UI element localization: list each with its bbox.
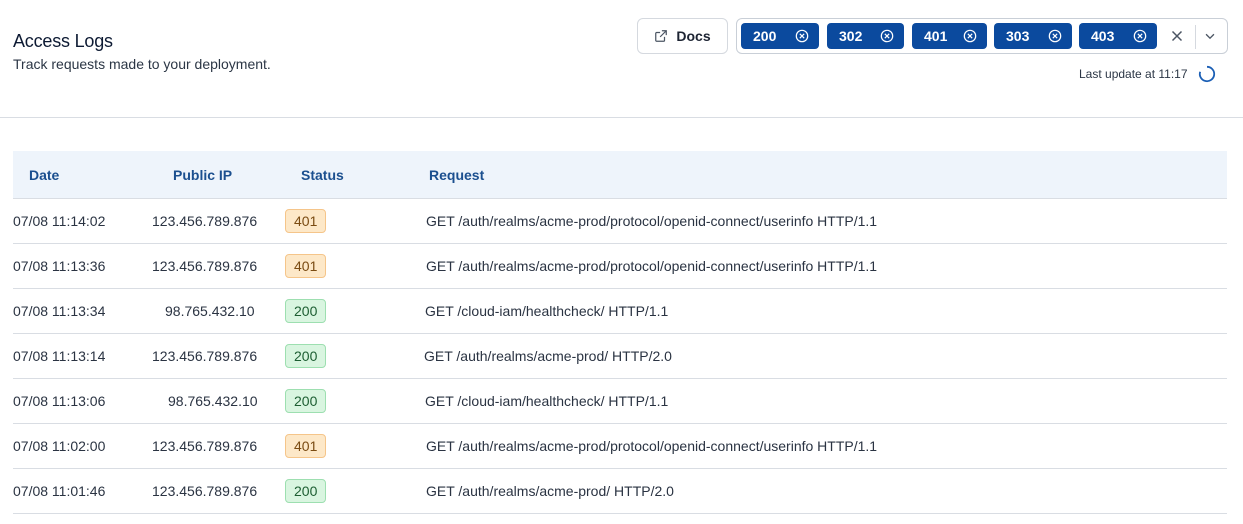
filter-chip-label: 302: [839, 28, 863, 44]
table-row[interactable]: 07/08 11:14:02 123.456.789.876 401 GET /…: [13, 199, 1227, 244]
page-subtitle: Track requests made to your deployment.: [13, 56, 271, 72]
access-logs-table: Date Public IP Status Request 07/08 11:1…: [13, 151, 1227, 514]
cell-date: 07/08 11:13:34: [13, 303, 106, 319]
status-badge: 200: [285, 344, 327, 368]
filter-chip[interactable]: 403: [1079, 23, 1157, 49]
filter-chip[interactable]: 200: [741, 23, 819, 49]
filter-chip-label: 200: [753, 28, 777, 44]
close-icon[interactable]: [1169, 28, 1185, 44]
filter-chip-label: 403: [1091, 28, 1115, 44]
table-row[interactable]: 07/08 11:13:06 98.765.432.10 200 GET /cl…: [13, 379, 1227, 424]
table-row[interactable]: 07/08 11:13:34 98.765.432.10 200 GET /cl…: [13, 289, 1227, 334]
cell-date: 07/08 11:13:36: [13, 258, 106, 274]
filter-chip[interactable]: 303: [994, 23, 1072, 49]
status-filter[interactable]: 200 302 401 303 403: [736, 18, 1228, 54]
cell-date: 07/08 11:01:46: [13, 483, 106, 499]
filter-chip[interactable]: 401: [912, 23, 987, 49]
spinner-icon[interactable]: [1198, 65, 1216, 83]
column-header-date[interactable]: Date: [29, 167, 59, 183]
page-title: Access Logs: [13, 31, 113, 51]
filter-divider: [1195, 25, 1196, 49]
chip-remove-icon[interactable]: [963, 29, 977, 43]
table-row[interactable]: 07/08 11:01:46 123.456.789.876 200 GET /…: [13, 469, 1227, 514]
status-badge: 200: [285, 389, 327, 413]
column-header-public-ip[interactable]: Public IP: [173, 167, 232, 183]
docs-button[interactable]: Docs: [637, 18, 728, 54]
table-row[interactable]: 07/08 11:02:00 123.456.789.876 401 GET /…: [13, 424, 1227, 469]
cell-date: 07/08 11:14:02: [13, 213, 106, 229]
cell-request: GET /auth/realms/acme-prod/ HTTP/2.0: [426, 483, 674, 499]
external-link-icon: [655, 30, 668, 42]
cell-request: GET /auth/realms/acme-prod/protocol/open…: [426, 213, 878, 229]
chip-remove-icon[interactable]: [1048, 29, 1062, 43]
docs-button-label: Docs: [676, 28, 711, 44]
last-update-text: Last update at 11:17: [1079, 67, 1188, 81]
cell-public-ip: 123.456.789.876: [152, 483, 258, 499]
cell-request: GET /cloud-iam/healthcheck/ HTTP/1.1: [425, 303, 669, 319]
cell-public-ip: 123.456.789.876: [152, 213, 258, 229]
filter-chip-label: 303: [1006, 28, 1030, 44]
column-header-request[interactable]: Request: [429, 167, 484, 183]
cell-public-ip: 123.456.789.876: [152, 348, 258, 364]
cell-public-ip: 98.765.432.10: [165, 303, 255, 319]
status-badge: 401: [285, 209, 327, 233]
cell-request: GET /cloud-iam/healthcheck/ HTTP/1.1: [425, 393, 669, 409]
chip-remove-icon[interactable]: [795, 29, 809, 43]
filter-chip[interactable]: 302: [827, 23, 904, 49]
cell-date: 07/08 11:02:00: [13, 438, 106, 454]
status-badge: 200: [285, 479, 327, 503]
status-badge: 401: [285, 434, 327, 458]
cell-date: 07/08 11:13:06: [13, 393, 106, 409]
cell-request: GET /auth/realms/acme-prod/protocol/open…: [426, 258, 878, 274]
status-badge: 200: [285, 299, 327, 323]
table-header: Date Public IP Status Request: [13, 151, 1227, 199]
cell-public-ip: 123.456.789.876: [152, 438, 258, 454]
page-header: Access Logs Track requests made to your …: [0, 0, 1243, 118]
cell-request: GET /auth/realms/acme-prod/protocol/open…: [426, 438, 878, 454]
cell-public-ip: 123.456.789.876: [152, 258, 258, 274]
column-header-status[interactable]: Status: [301, 167, 344, 183]
cell-request: GET /auth/realms/acme-prod/ HTTP/2.0: [424, 348, 672, 364]
table-row[interactable]: 07/08 11:13:36 123.456.789.876 401 GET /…: [13, 244, 1227, 289]
status-badge: 401: [285, 254, 327, 278]
chevron-down-icon[interactable]: [1203, 29, 1217, 43]
chip-remove-icon[interactable]: [1133, 29, 1147, 43]
cell-public-ip: 98.765.432.10: [168, 393, 258, 409]
chip-remove-icon[interactable]: [880, 29, 894, 43]
cell-date: 07/08 11:13:14: [13, 348, 106, 364]
filter-chip-label: 401: [924, 28, 948, 44]
table-row[interactable]: 07/08 11:13:14 123.456.789.876 200 GET /…: [13, 334, 1227, 379]
